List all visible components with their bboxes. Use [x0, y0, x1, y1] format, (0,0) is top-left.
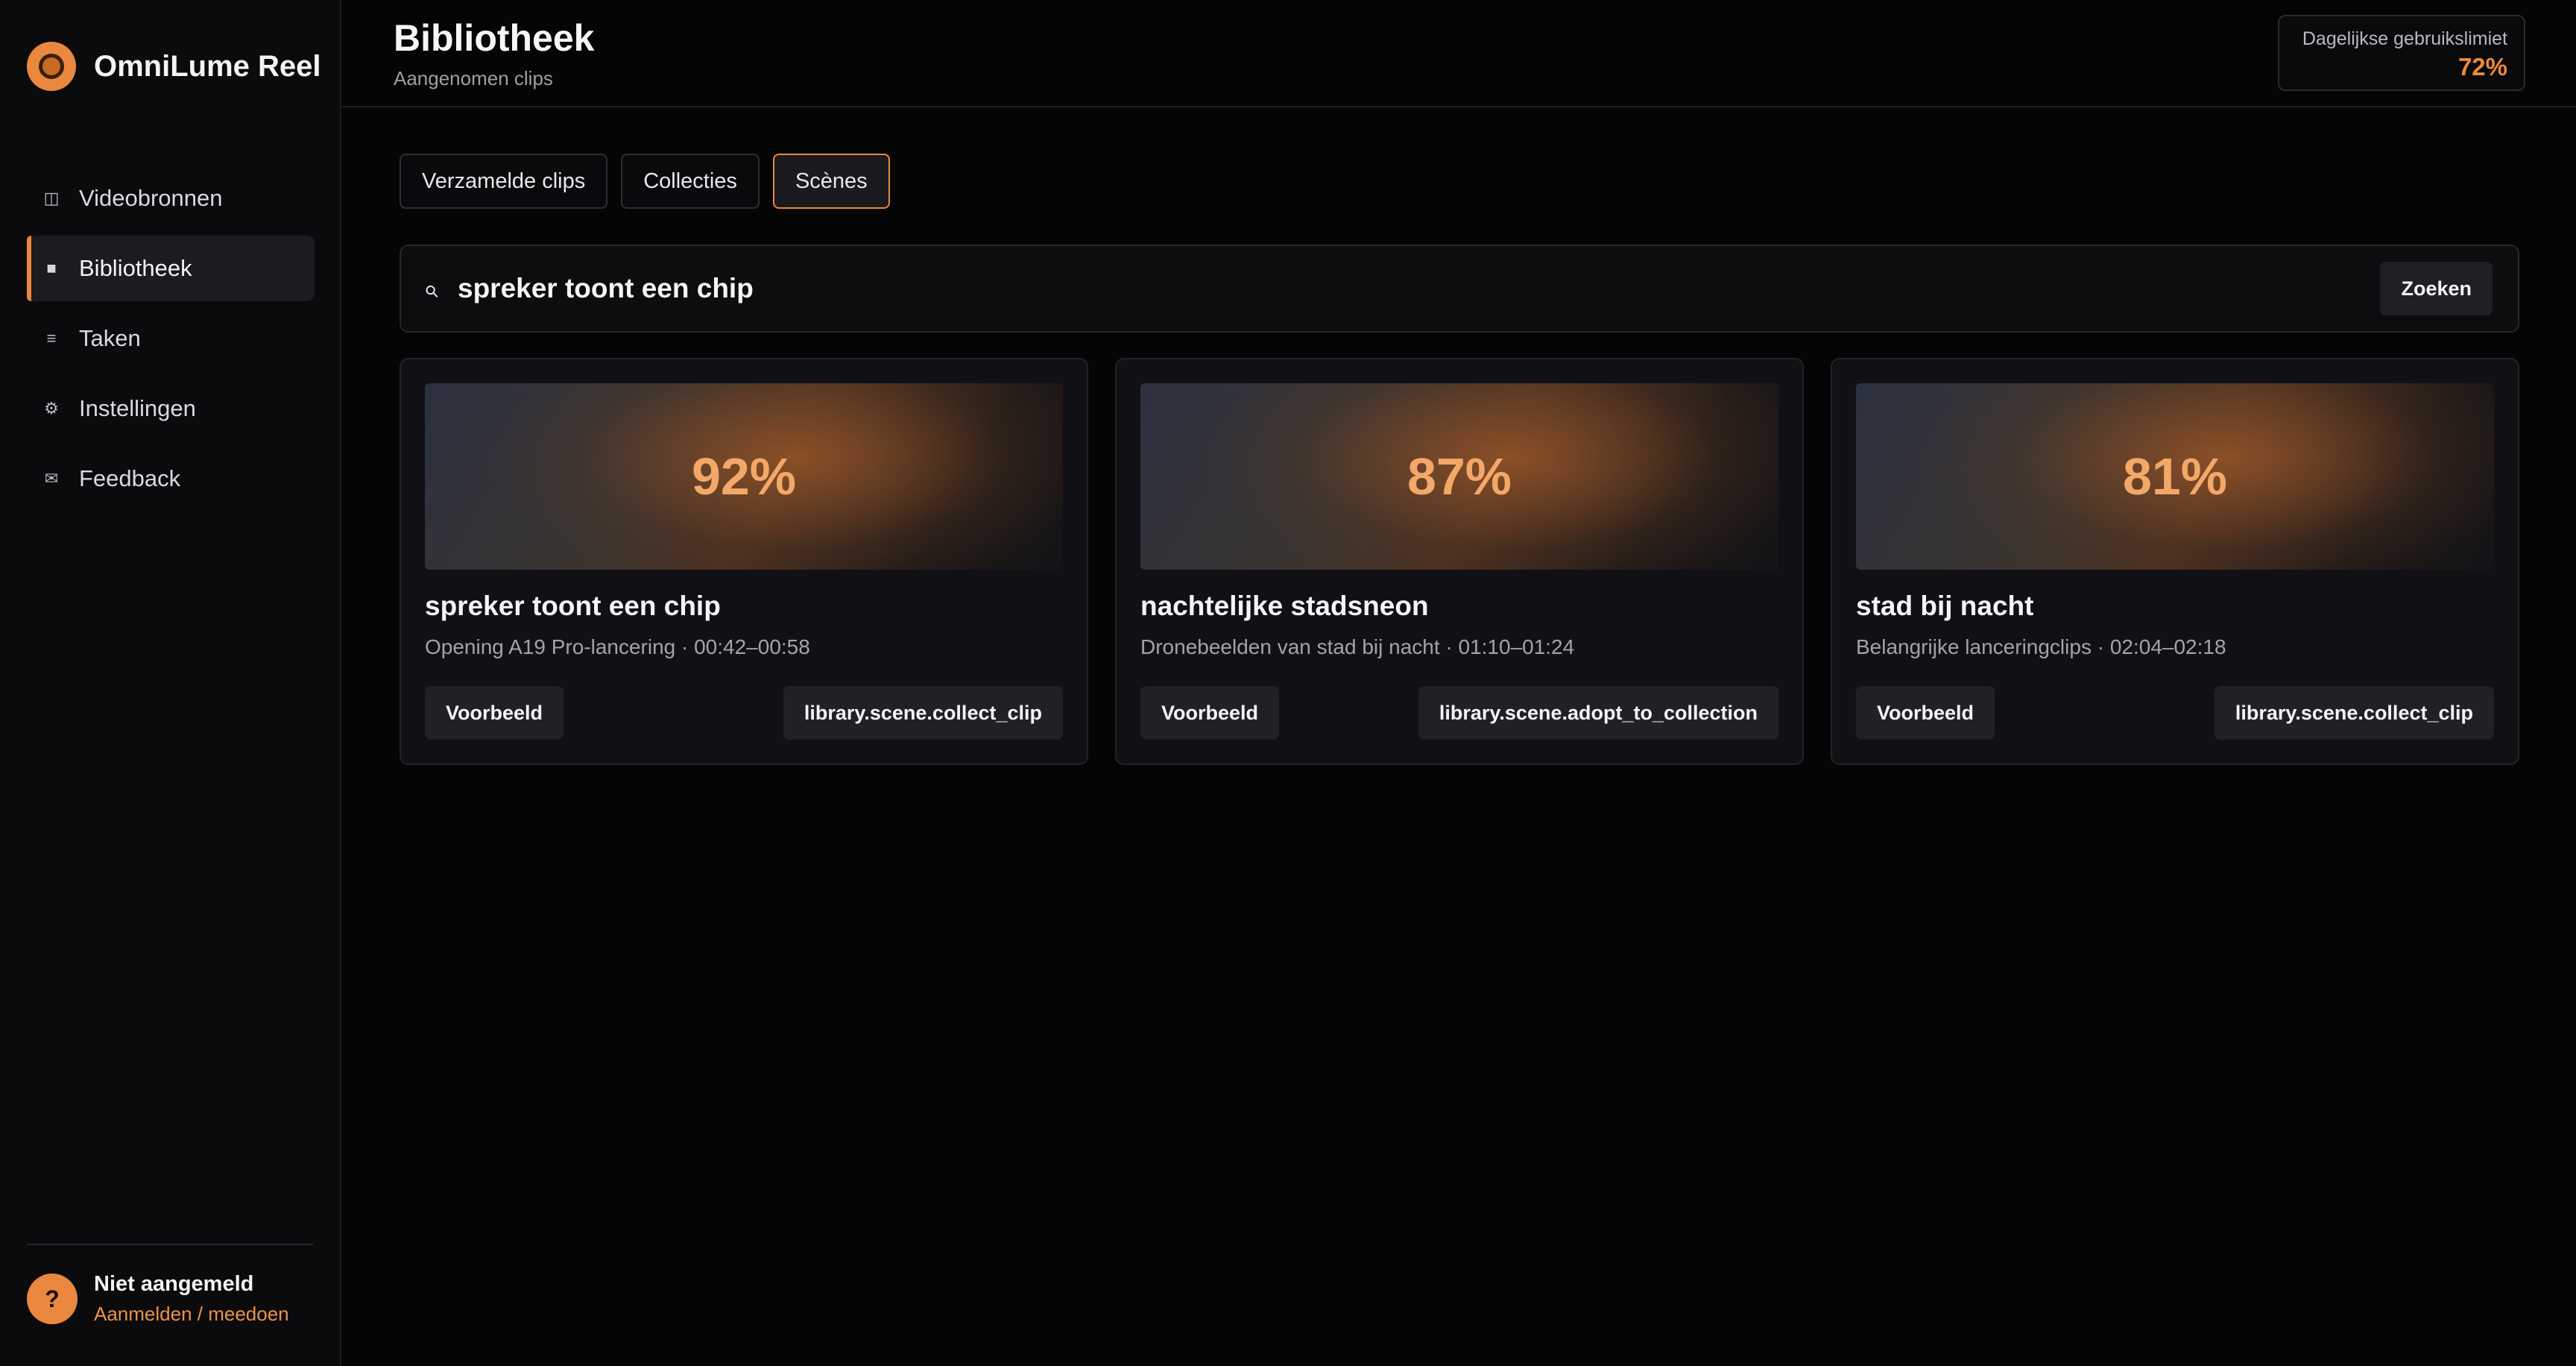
sidebar-item-bibliotheek[interactable]: ■ Bibliotheek [27, 236, 315, 301]
main-content: Bibliotheek Aangenomen clips Dagelijkse … [341, 0, 2576, 1366]
sidebar-item-label: Bibliotheek [79, 255, 192, 281]
logo-inner [39, 54, 64, 79]
sidebar-item-videobronnen[interactable]: ◫ Videobronnen [27, 166, 315, 231]
sidebar-item-instellingen[interactable]: ⚙ Instellingen [27, 376, 315, 441]
preview-button[interactable]: Voorbeeld [425, 686, 564, 740]
sidebar-item-label: Videobronnen [79, 185, 223, 211]
sidebar-item-label: Taken [79, 325, 141, 351]
search-button[interactable]: Zoeken [2380, 262, 2493, 315]
user-info: Niet aangemeld Aanmelden / meedoen [94, 1272, 289, 1326]
columns-icon: ◫ [43, 189, 60, 207]
scene-thumbnail[interactable]: 92% [425, 383, 1063, 570]
user-panel: ? Niet aangemeld Aanmelden / meedoen [27, 1244, 313, 1326]
preview-button[interactable]: Voorbeeld [1856, 686, 1995, 740]
collect-clip-button[interactable]: library.scene.collect_clip [783, 686, 1063, 740]
match-score: 81% [2122, 447, 2228, 506]
sidebar-item-label: Feedback [79, 465, 181, 491]
search-input[interactable] [458, 273, 2381, 304]
mail-icon: ✉ [44, 469, 59, 488]
search-icon: ⚲ [420, 280, 443, 303]
square-icon: ■ [46, 259, 57, 277]
app-name: OmniLume Reel [94, 49, 321, 83]
gear-icon: ⚙ [44, 399, 59, 418]
sidebar-nav: ◫ Videobronnen ■ Bibliotheek ≡ Taken ⚙ I… [27, 166, 315, 516]
match-score: 92% [691, 447, 797, 506]
app-root: OmniLume Reel ◫ Videobronnen ■ Bibliothe… [0, 0, 2576, 1366]
sidebar-item-feedback[interactable]: ✉ Feedback [27, 446, 315, 512]
sidebar-item-taken[interactable]: ≡ Taken [27, 306, 315, 371]
page-subtitle: Aangenomen clips [394, 67, 553, 89]
scene-meta: Belangrijke lanceringclips · 02:04–02:18 [1856, 635, 2226, 658]
usage-limit-label: Dagelijkse gebruikslimiet [2302, 28, 2507, 49]
match-score: 87% [1407, 447, 1512, 506]
preview-button[interactable]: Voorbeeld [1140, 686, 1280, 740]
scene-results: 92% spreker toont een chip Opening A19 P… [400, 358, 2519, 765]
sign-in-link[interactable]: Aanmelden / meedoen [94, 1303, 289, 1326]
tab-collecties[interactable]: Collecties [621, 154, 760, 209]
sidebar: OmniLume Reel ◫ Videobronnen ■ Bibliothe… [0, 0, 341, 1366]
scene-meta: Dronebeelden van stad bij nacht · 01:10–… [1140, 635, 1575, 658]
tab-scenes[interactable]: Scènes [772, 154, 890, 209]
usage-limit-card: Dagelijkse gebruikslimiet 72% [2278, 15, 2525, 91]
scene-card: 81% stad bij nacht Belangrijke lancering… [1831, 358, 2519, 765]
scene-title: spreker toont een chip [425, 591, 721, 621]
scene-meta: Opening A19 Pro-lancering · 00:42–00:58 [425, 635, 810, 658]
page-title: Bibliotheek [394, 17, 595, 59]
scene-card: 87% nachtelijke stadsneon Dronebeelden v… [1115, 358, 1804, 765]
scene-actions: Voorbeeld library.scene.adopt_to_collect… [1140, 686, 1778, 740]
scene-actions: Voorbeeld library.scene.collect_clip [1856, 686, 2494, 740]
user-name: Niet aangemeld [94, 1272, 254, 1296]
collect-clip-button[interactable]: library.scene.collect_clip [2214, 686, 2494, 740]
list-icon: ≡ [46, 329, 57, 347]
avatar[interactable]: ? [27, 1274, 78, 1324]
scene-actions: Voorbeeld library.scene.collect_clip [425, 686, 1063, 740]
logo-icon [27, 42, 76, 91]
library-tabs: Verzamelde clips Collecties Scènes [400, 154, 890, 209]
scene-title: nachtelijke stadsneon [1140, 591, 1429, 621]
scene-title: stad bij nacht [1856, 591, 2034, 621]
tab-verzamelde-clips[interactable]: Verzamelde clips [400, 154, 608, 209]
scene-card: 92% spreker toont een chip Opening A19 P… [400, 358, 1088, 765]
search-bar: ⚲ Zoeken [400, 245, 2519, 333]
sidebar-item-label: Instellingen [79, 395, 196, 421]
adopt-to-collection-button[interactable]: library.scene.adopt_to_collection [1418, 686, 1778, 740]
topbar: Bibliotheek Aangenomen clips Dagelijkse … [341, 0, 2576, 107]
brand[interactable]: OmniLume Reel [27, 42, 321, 91]
scene-thumbnail[interactable]: 81% [1856, 383, 2494, 570]
usage-limit-value: 72% [2457, 53, 2507, 81]
scene-thumbnail[interactable]: 87% [1140, 383, 1778, 570]
